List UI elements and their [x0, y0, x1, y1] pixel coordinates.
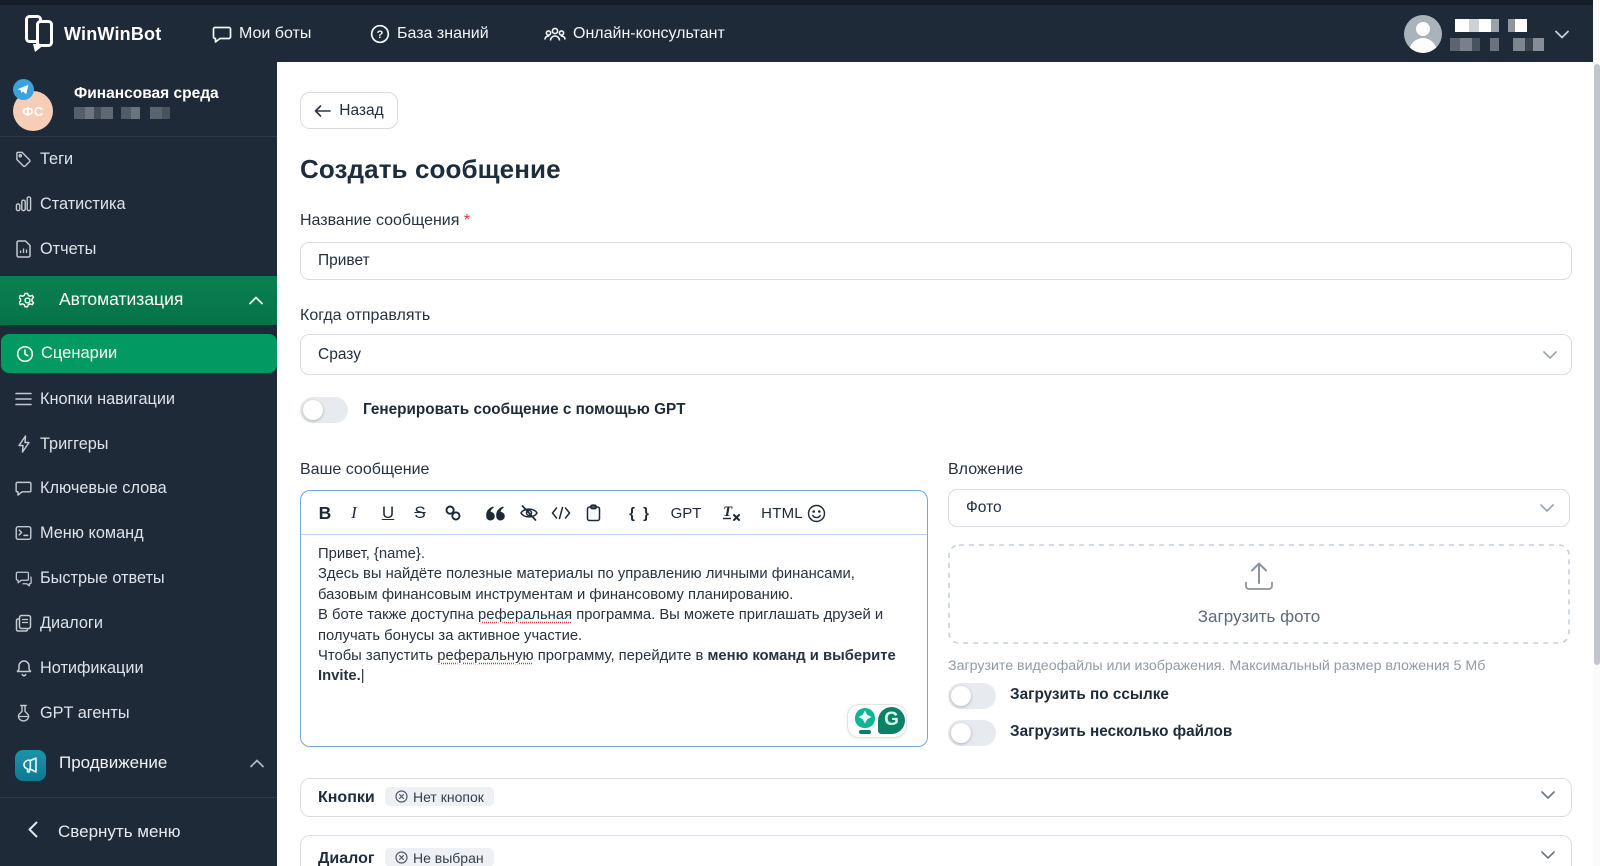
- svg-text:?: ?: [377, 29, 384, 41]
- svg-text:T: T: [723, 504, 733, 520]
